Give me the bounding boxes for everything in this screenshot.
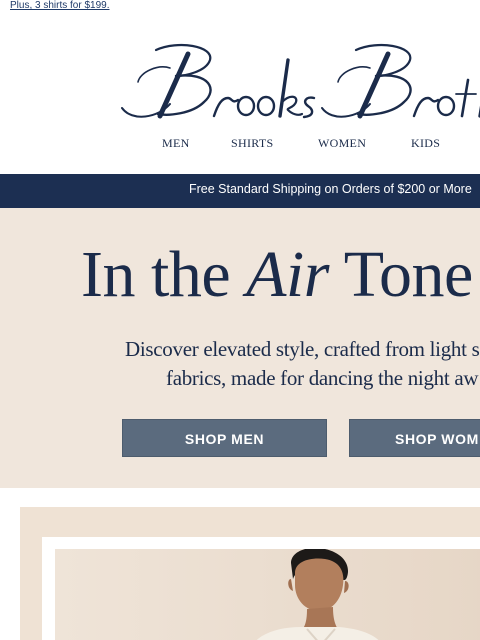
- hero-subtitle-line-1: Discover elevated style, crafted from li…: [125, 337, 480, 361]
- shipping-banner[interactable]: Free Standard Shipping on Orders of $200…: [0, 174, 480, 208]
- shipping-banner-text: Free Standard Shipping on Orders of $200…: [189, 182, 472, 196]
- feature-photo[interactable]: [55, 549, 480, 640]
- preheader-promo-link[interactable]: Plus, 3 shirts for $199.: [10, 0, 110, 12]
- shop-women-button[interactable]: SHOP WOM: [349, 419, 480, 457]
- nav-item-kids[interactable]: KIDS: [411, 136, 440, 151]
- hero-title-part: Tone: [328, 238, 474, 311]
- nav-item-shirts[interactable]: SHIRTS: [231, 136, 273, 151]
- hero-section: In the Air Tone Discover elevated style,…: [0, 208, 480, 488]
- hero-title-part: In the: [81, 238, 247, 311]
- email-page: Plus, 3 shirts for $199. MEN SHIRTS WOME…: [0, 0, 480, 640]
- brooks-brothers-logo[interactable]: [118, 42, 480, 124]
- hero-subtitle-line-2: fabrics, made for dancing the night aw: [166, 366, 479, 390]
- hero-title: In the Air Tone: [81, 236, 473, 314]
- nav-item-men[interactable]: MEN: [162, 136, 190, 151]
- hero-title-italic: Air: [246, 238, 329, 311]
- shop-men-button[interactable]: SHOP MEN: [122, 419, 327, 457]
- nav-item-women[interactable]: WOMEN: [318, 136, 366, 151]
- main-nav: MEN SHIRTS WOMEN KIDS: [0, 136, 480, 156]
